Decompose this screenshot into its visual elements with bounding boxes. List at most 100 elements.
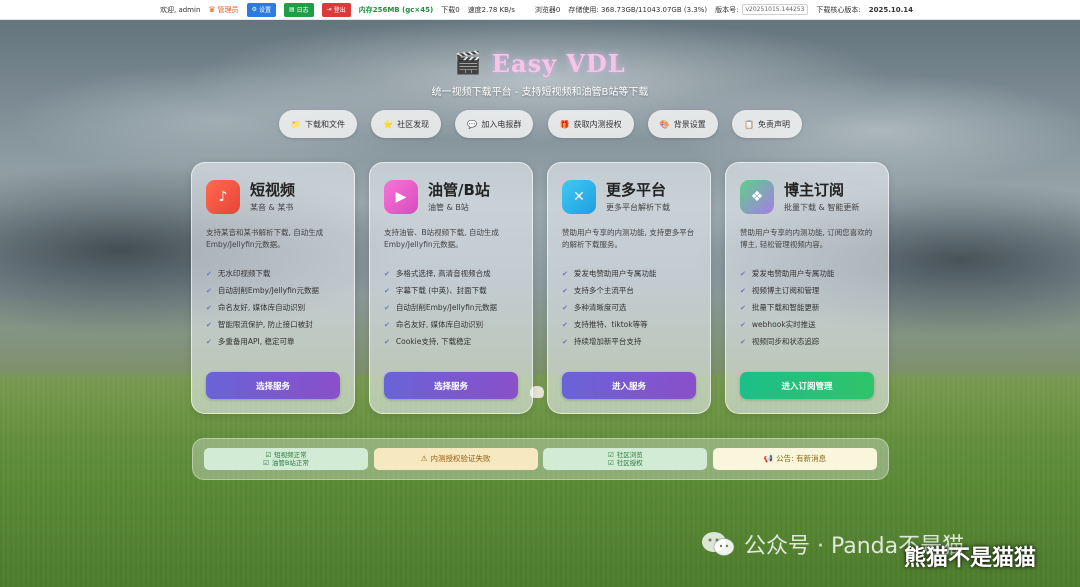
youtube-icon: ▶ xyxy=(384,180,418,214)
status-short-video: 短视频正常 xyxy=(274,451,307,459)
check-icon: ✔ xyxy=(740,286,746,295)
card-more-platforms: ✕ 更多平台 更多平台解析下载 赞助用户专享的内测功能, 支持更多平台的解析下载… xyxy=(547,162,711,414)
version-info: 版本号: v20251015.144253 xyxy=(715,4,809,15)
nav-label: 背景设置 xyxy=(673,119,706,129)
admin-label: 管理员 xyxy=(217,5,239,14)
feature-item: ✔ 多种清晰度可选 xyxy=(562,303,627,312)
feature-list: ✔ 爱发电赞助用户专属功能 ✔ 视频博主订阅和管理 ✔ 批量下载和智能更新 ✔ webh… xyxy=(740,265,874,350)
service-cards: ♪ 短视频 某音 & 某书 支持某音和某书解析下载, 自动生成Emby/Jell… xyxy=(191,162,889,414)
card-title: 博主订阅 xyxy=(784,181,845,199)
folder-icon: 📁 xyxy=(291,119,301,129)
log-button[interactable]: ▤ 日志 xyxy=(283,2,314,17)
feature-item: ✔ 多重备用API, 稳定可靠 xyxy=(206,337,295,346)
nav-downloads-files[interactable]: 📁 下载和文件 xyxy=(279,110,357,138)
check-icon: ✔ xyxy=(384,303,390,312)
check-icon: ✔ xyxy=(740,337,746,346)
enter-subscription-button[interactable]: 进入订阅管理 xyxy=(740,372,874,399)
nav-community-discover[interactable]: ⭐ 社区发现 xyxy=(371,110,442,138)
check-square-icon: ☑ xyxy=(263,459,269,467)
feature-item: ✔ 命名友好, 媒体库自动识别 xyxy=(206,303,306,312)
feature-item: ✔ 支持多个主流平台 xyxy=(562,286,634,295)
core-version-value: 2025.10.14 xyxy=(868,5,914,14)
nav-background-settings[interactable]: 🎨 背景设置 xyxy=(647,110,718,138)
crown-icon: ♛ xyxy=(208,5,216,14)
feature-item: ✔ 智能限流保护, 防止接口被封 xyxy=(206,320,313,329)
app-subtitle: 统一视频下载平台 - 支持短视频和油管B站等下载 xyxy=(431,87,649,98)
nav-join-telegram[interactable]: 💬 加入电报群 xyxy=(455,110,534,138)
nav-label: 获取内测授权 xyxy=(573,119,622,129)
warning-icon: ⚠ xyxy=(420,454,428,463)
card-short-video: ♪ 短视频 某音 & 某书 支持某音和某书解析下载, 自动生成Emby/Jell… xyxy=(191,162,355,414)
admin-link[interactable]: ♛ 管理员 xyxy=(208,5,238,15)
card-subtitle: 油管 & B站 xyxy=(428,203,469,212)
card-description: 支持油管、B站视频下载, 自动生成Emby/Jellyfin元数据。 xyxy=(384,228,499,249)
document-icon: ▤ xyxy=(288,6,295,13)
status-community-license: 社区授权 xyxy=(616,459,643,467)
enter-service-button[interactable]: 进入服务 xyxy=(562,372,696,399)
status-service-health: ☑ 短视频正常 ☑ 油管B站正常 xyxy=(204,448,368,470)
feature-item: ✔ 支持推特、tiktok等等 xyxy=(562,320,648,329)
card-creator-subscription: ❖ 博主订阅 批量下载 & 智能更新 赞助用户专享的内测功能, 订阅您喜欢的博主… xyxy=(725,162,889,414)
check-icon: ✔ xyxy=(562,337,568,346)
status-beta-license[interactable]: ⚠ 内测授权验证失败 xyxy=(373,448,538,470)
status-community: ☑ 社区浏览 ☑ 社区授权 xyxy=(543,448,708,470)
check-icon: ✔ xyxy=(562,303,568,312)
version-label: 版本号: xyxy=(715,5,739,14)
storage-usage: 存储使用: 368.73GB/11043.07GB (3.3%) xyxy=(568,5,708,14)
feature-item: ✔ 自动刮削Emby/Jellyfin元数据 xyxy=(206,286,320,295)
nav-disclaimer[interactable]: 📋 免责声明 xyxy=(732,110,802,138)
download-speed: 速度2.78 KB/s xyxy=(467,5,515,14)
status-beta-license-text: 内测授权验证失败 xyxy=(430,454,491,463)
nav-label: 免责声明 xyxy=(757,119,790,129)
gift-icon: 🎁 xyxy=(559,119,570,129)
version-value: v20251015.144253 xyxy=(741,4,809,15)
log-label: 日志 xyxy=(296,7,309,14)
check-square-icon: ☑ xyxy=(607,459,614,467)
check-icon: ✔ xyxy=(562,286,568,295)
chat-icon: 💬 xyxy=(467,119,478,129)
main-nav: 📁 下载和文件 ⭐ 社区发现 💬 加入电报群 🎁 获取内测授权 🎨 背景设置 📋… xyxy=(279,110,802,138)
announcement-button[interactable]: 📢 公告: 有新消息 xyxy=(712,448,877,470)
status-youtube-bilibili: 油管B站正常 xyxy=(271,459,309,467)
feature-item: ✔ 爱发电赞助用户专属功能 xyxy=(740,269,835,278)
card-youtube-bilibili: ▶ 油管/B站 油管 & B站 支持油管、B站视频下载, 自动生成Emby/Je… xyxy=(369,162,533,414)
card-subtitle: 批量下载 & 智能更新 xyxy=(784,203,860,212)
watermark-overlay-text: 熊猫不是猫猫 xyxy=(904,546,1037,571)
nav-beta-license[interactable]: 🎁 获取内测授权 xyxy=(547,110,634,138)
exit-icon: ⇥ xyxy=(326,6,332,13)
downloading-count: 下载0 xyxy=(441,5,460,14)
announcement-text: 公告: 有新消息 xyxy=(776,454,827,463)
check-icon: ✔ xyxy=(206,269,212,278)
clipboard-icon: 📋 xyxy=(744,119,754,129)
settings-button[interactable]: ⚙ 设置 xyxy=(246,2,276,17)
select-service-button[interactable]: 选择服务 xyxy=(206,372,340,399)
browser-count: 浏览器0 xyxy=(534,5,561,14)
feature-item: ✔ Cookie支持, 下载稳定 xyxy=(384,337,472,346)
logout-button[interactable]: ⇥ 登出 xyxy=(321,2,351,17)
feature-item: ✔ 自动刮削Emby/Jellyfin元数据 xyxy=(384,303,498,312)
card-title: 油管/B站 xyxy=(428,181,490,199)
check-icon: ✔ xyxy=(384,320,390,329)
feature-item: ✔ 视频同步和状态追踪 xyxy=(740,337,820,346)
core-version-info: 下载核心版本: 2025.10.14 xyxy=(816,5,913,15)
wechat-icon xyxy=(702,532,735,556)
nav-label: 社区发现 xyxy=(397,119,430,129)
announcement-icon: 📢 xyxy=(763,454,774,463)
card-description: 赞助用户专享的内测功能, 支持更多平台的解析下载服务。 xyxy=(562,228,695,249)
logout-label: 登出 xyxy=(333,7,346,14)
feature-item: ✔ 视频博主订阅和管理 xyxy=(740,286,820,295)
subscription-icon: ❖ xyxy=(740,180,774,214)
app-title: Easy VDL xyxy=(491,48,626,78)
check-icon: ✔ xyxy=(740,269,746,278)
x-twitter-icon: ✕ xyxy=(562,180,596,214)
check-icon: ✔ xyxy=(206,286,212,295)
core-version-label: 下载核心版本: xyxy=(816,5,861,14)
select-service-button[interactable]: 选择服务 xyxy=(384,372,518,399)
clapperboard-icon: 🎬 xyxy=(454,50,482,76)
feature-list: ✔ 爱发电赞助用户专属功能 ✔ 支持多个主流平台 ✔ 多种清晰度可选 ✔ 支持推特、ti… xyxy=(562,265,696,350)
status-community-browse: 社区浏览 xyxy=(616,451,643,459)
welcome-text: 欢迎, admin xyxy=(160,5,201,14)
check-square-icon: ☑ xyxy=(265,451,272,459)
card-title: 短视频 xyxy=(250,181,296,199)
settings-label: 设置 xyxy=(258,7,271,14)
